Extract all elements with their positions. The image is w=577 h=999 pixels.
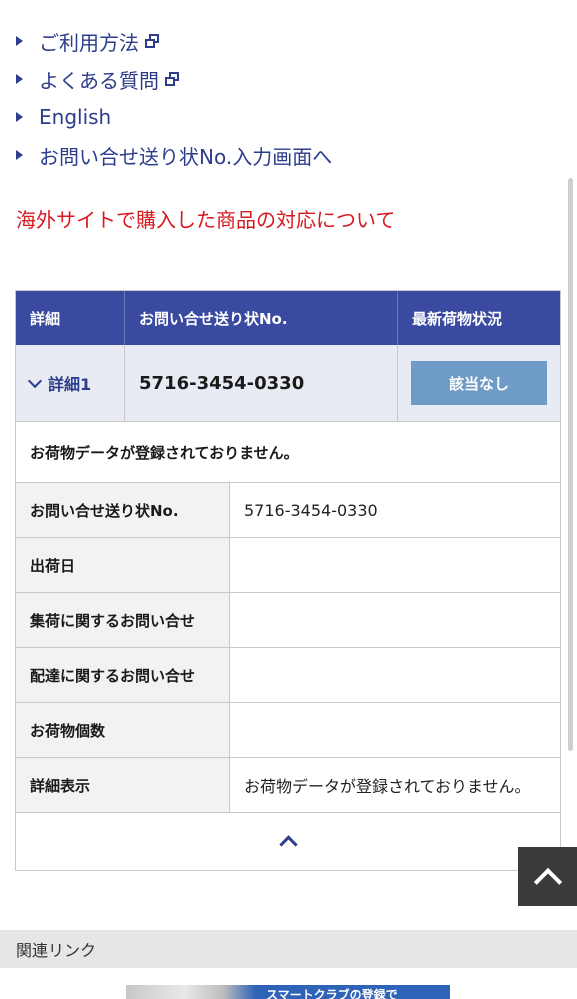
header-latest-status: 最新荷物状況 (412, 309, 503, 328)
link-usage[interactable]: ご利用方法 (16, 22, 556, 60)
chevron-down-icon (27, 373, 43, 388)
detail-row: 集荷に関するお問い合せ (16, 593, 560, 648)
top-links: ご利用方法 よくある質問 English お問い合せ送り状No.入力画面へ (16, 22, 556, 174)
detail-row: 詳細表示 お荷物データが登録されておりません。 (16, 758, 560, 813)
chevron-up-icon (278, 835, 298, 854)
detail-value: お荷物データが登録されておりません。 (244, 777, 531, 796)
scrollbar[interactable] (568, 178, 573, 751)
detail-label: 集荷に関するお問い合せ (16, 593, 230, 647)
link-faq-label: よくある質問 (39, 68, 159, 93)
detail-label: 配達に関するお問い合せ (16, 648, 230, 702)
smart-club-banner[interactable]: スマートクラブの登録で (126, 985, 450, 999)
detail-label: お問い合せ送り状No. (16, 483, 230, 537)
tracking-table-header: 詳細 お問い合せ送り状No. 最新荷物状況 (16, 291, 560, 345)
bullet-icon (16, 112, 23, 122)
link-usage-label: ご利用方法 (39, 30, 139, 55)
overseas-purchase-notice-link[interactable]: 海外サイトで購入した商品の対応について (16, 204, 395, 233)
bullet-icon (16, 150, 23, 160)
link-faq[interactable]: よくある質問 (16, 60, 556, 98)
detail-label: お荷物個数 (16, 703, 230, 757)
link-english[interactable]: English (16, 98, 556, 136)
back-to-top-button[interactable] (518, 847, 577, 906)
external-link-icon (165, 72, 179, 86)
detail-value (230, 703, 560, 757)
status-button[interactable]: 該当なし (411, 361, 547, 405)
status-cell: 該当なし (398, 345, 560, 421)
detail-value: 5716-3454-0330 (244, 500, 378, 520)
related-links-heading: 関連リンク (0, 930, 577, 968)
detail-toggle[interactable]: 詳細1 (16, 345, 125, 421)
detail-label: 出荷日 (16, 538, 230, 592)
detail-value (230, 538, 560, 592)
link-invoice-input[interactable]: お問い合せ送り状No.入力画面へ (16, 136, 556, 174)
arrow-up-icon (533, 867, 562, 896)
collapse-details-button[interactable] (16, 813, 560, 870)
external-link-icon (145, 34, 159, 48)
detail-row: 出荷日 (16, 538, 560, 593)
detail-row: お問い合せ送り状No. 5716-3454-0330 (16, 483, 560, 538)
detail-row: 配達に関するお問い合せ (16, 648, 560, 703)
link-english-label: English (39, 105, 112, 129)
tracking-row: 詳細1 5716-3454-0330 該当なし (16, 345, 560, 422)
detail-toggle-label: 詳細1 (48, 375, 92, 394)
tracking-table: 詳細 お問い合せ送り状No. 最新荷物状況 詳細1 5716-3454-0330… (15, 290, 561, 871)
no-data-message: お荷物データが登録されておりません。 (16, 422, 560, 483)
banner-text: スマートクラブの登録で (266, 988, 398, 999)
header-detail: 詳細 (16, 291, 125, 345)
bullet-icon (16, 36, 23, 46)
detail-label: 詳細表示 (16, 758, 230, 812)
header-invoice-no: お問い合せ送り状No. (125, 291, 398, 345)
detail-row: お荷物個数 (16, 703, 560, 758)
link-invoice-input-label: お問い合せ送り状No.入力画面へ (39, 144, 333, 169)
tracking-invoice-no: 5716-3454-0330 (125, 345, 398, 421)
bullet-icon (16, 74, 23, 84)
detail-value (230, 648, 560, 702)
detail-value (230, 593, 560, 647)
